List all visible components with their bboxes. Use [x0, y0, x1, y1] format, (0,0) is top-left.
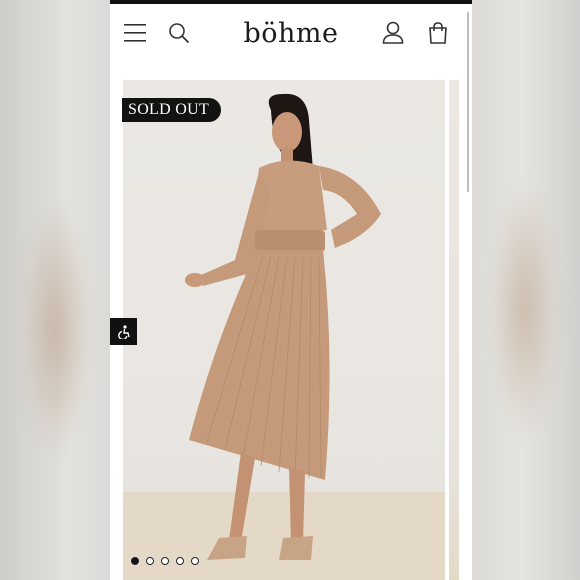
- page-scrollbar[interactable]: [467, 12, 469, 192]
- brand-logo[interactable]: böhme: [110, 18, 472, 49]
- site-header: böhme: [110, 4, 472, 66]
- backdrop-blur-left: [20, 200, 90, 460]
- carousel-dot-1[interactable]: [131, 557, 139, 565]
- carousel-dot-5[interactable]: [191, 557, 199, 565]
- cart-button[interactable]: [423, 18, 453, 48]
- carousel-pagination: [131, 557, 199, 565]
- next-image-peek[interactable]: [449, 80, 459, 580]
- shopping-bag-icon: [429, 22, 447, 44]
- backdrop-blur-right: [490, 180, 560, 440]
- carousel-dot-2[interactable]: [146, 557, 154, 565]
- sold-out-badge: SOLD OUT: [122, 98, 222, 122]
- account-button[interactable]: [378, 18, 408, 48]
- mobile-page: böhme SOLD OUT: [110, 0, 472, 580]
- accessibility-button[interactable]: [110, 318, 137, 345]
- carousel-dot-4[interactable]: [176, 557, 184, 565]
- carousel-dot-3[interactable]: [161, 557, 169, 565]
- product-image-gallery[interactable]: [123, 80, 445, 580]
- product-image: [123, 93, 445, 580]
- accessibility-icon: [117, 324, 130, 339]
- user-icon: [382, 21, 404, 44]
